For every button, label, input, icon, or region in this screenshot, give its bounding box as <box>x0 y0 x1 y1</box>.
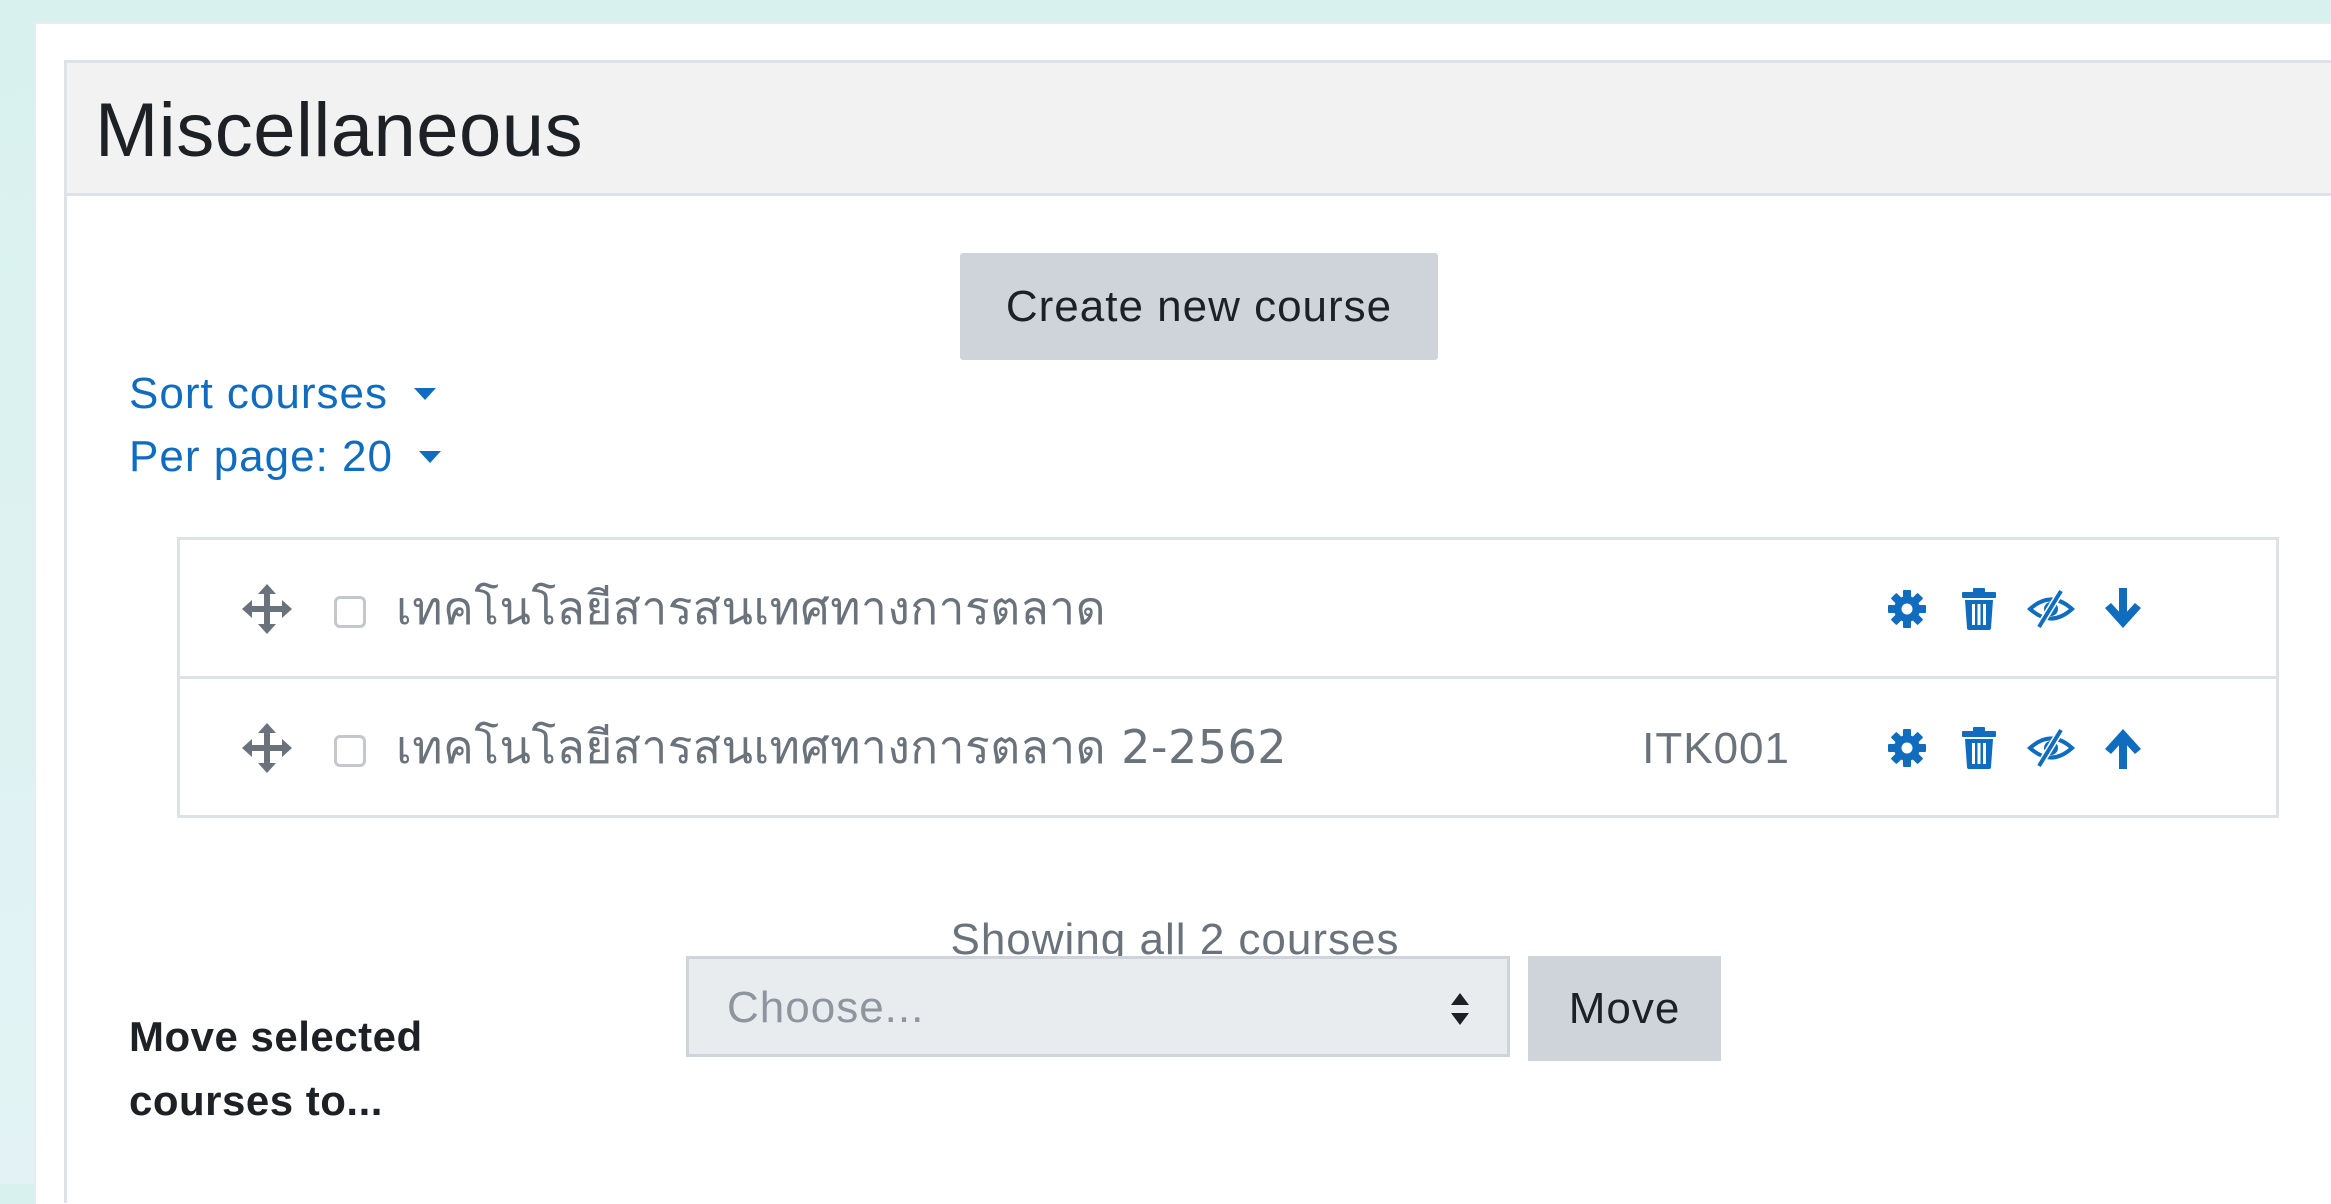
panel-header: Miscellaneous <box>67 63 2331 196</box>
gear-icon[interactable] <box>1882 723 1932 773</box>
arrow-down-icon[interactable] <box>2098 584 2148 634</box>
course-actions <box>1882 723 2170 773</box>
caret-down-icon <box>418 451 441 463</box>
select-value: Choose... <box>727 983 925 1032</box>
course-name[interactable]: เทคโนโลยีสารสนเทศทางการตลาด <box>396 580 1106 636</box>
course-row: เทคโนโลยีสารสนเทศทางการตลาด <box>180 540 2276 679</box>
eye-slash-icon[interactable] <box>2026 723 2076 773</box>
trash-icon[interactable] <box>1954 584 2004 634</box>
gear-icon[interactable] <box>1882 584 1932 634</box>
course-actions <box>1882 584 2170 634</box>
move-arrows-icon[interactable] <box>242 584 292 634</box>
sort-courses-dropdown[interactable]: Sort courses <box>129 369 436 419</box>
course-idnumber: ITK001 <box>1642 724 1790 773</box>
move-category-select[interactable]: Choose... <box>686 956 1510 1057</box>
move-button[interactable]: Move <box>1528 956 1721 1061</box>
create-new-course-button[interactable]: Create new course <box>960 253 1438 360</box>
move-arrows-icon[interactable] <box>242 723 292 773</box>
arrow-up-icon[interactable] <box>2098 723 2148 773</box>
caret-down-icon <box>413 388 436 400</box>
course-list: เทคโนโลยีสารสนเทศทางการตลาด เทคโนโลยีสาร… <box>177 537 2279 818</box>
course-select-checkbox[interactable] <box>334 735 366 767</box>
per-page-label: Per page: 20 <box>129 432 393 481</box>
per-page-dropdown[interactable]: Per page: 20 <box>129 432 441 482</box>
course-row: เทคโนโลยีสารสนเทศทางการตลาด 2-2562 ITK00… <box>180 679 2276 815</box>
trash-icon[interactable] <box>1954 723 2004 773</box>
course-select-checkbox[interactable] <box>334 596 366 628</box>
category-panel: Miscellaneous Create new course Sort cou… <box>64 60 2331 1203</box>
course-name[interactable]: เทคโนโลยีสารสนเทศทางการตลาด 2-2562 <box>396 719 1287 775</box>
move-selected-label: Move selected courses to... <box>129 1013 423 1124</box>
panel-title: Miscellaneous <box>95 88 584 173</box>
select-arrows-icon <box>1449 991 1471 1027</box>
eye-slash-icon[interactable] <box>2026 584 2076 634</box>
sort-courses-label: Sort courses <box>129 369 388 418</box>
